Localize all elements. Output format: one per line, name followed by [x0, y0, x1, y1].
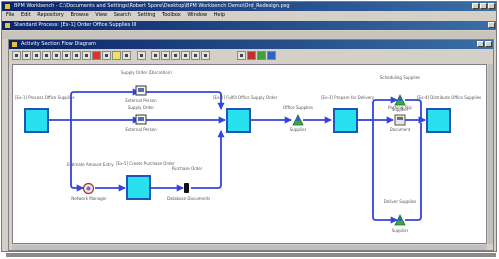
activity-tool-icon[interactable]: [32, 51, 41, 60]
process-node-approve[interactable]: [226, 108, 251, 133]
purchase-order-label: Purchase Order: [171, 166, 203, 171]
app-icon: [5, 4, 10, 9]
external-person-label: External Person: [125, 127, 157, 132]
print-tool-icon[interactable]: [137, 51, 146, 60]
model-title: Standard Process: [Ex-1] Order Office Su…: [14, 22, 137, 28]
diagram-title-bar[interactable]: Activity Section Flow Diagram: [9, 40, 493, 49]
process-node-distribute[interactable]: [426, 108, 451, 133]
diagram-close-button[interactable]: [485, 41, 492, 47]
grid-tool-icon[interactable]: [122, 51, 131, 60]
menu-setting[interactable]: Setting: [138, 12, 156, 18]
gateway-tool-icon[interactable]: [62, 51, 71, 60]
po-node-label: [Ex-5] Create Purchase Order: [116, 161, 175, 166]
menu-toolbox[interactable]: Toolbox: [162, 12, 181, 18]
pointer-tool-icon[interactable]: [12, 51, 21, 60]
supplier-icon[interactable]: [291, 113, 305, 127]
app-window: BPM Workbench - C:\Documents and Setting…: [1, 1, 497, 252]
database-tool-icon[interactable]: [82, 51, 91, 60]
approve-node-label: [Ex-2] Fulfill Office Supply Order: [213, 95, 278, 100]
minimize-button[interactable]: [472, 3, 479, 9]
supplier-label: Supplier: [289, 127, 307, 132]
stop-tool-icon[interactable]: [92, 51, 101, 60]
flow-line: [70, 120, 84, 192]
start-node-label: [Ex-1] Process Office Supplies: [15, 95, 75, 100]
blue-flag-icon[interactable]: [267, 51, 276, 60]
network-manager-label: Network Manager: [71, 196, 107, 201]
model-toolbar: [2, 31, 496, 39]
flow-line: [405, 123, 422, 221]
external-person-icon[interactable]: [135, 114, 147, 126]
supplier-label: Supplier: [391, 228, 409, 233]
model-close-button[interactable]: [488, 22, 495, 28]
flow-line: [372, 120, 398, 224]
menu-bar: File Edit Repository Browse View Search …: [2, 11, 496, 20]
scheduling-supplies-label: Scheduling Supplies: [379, 75, 421, 80]
process-node-purchase-order[interactable]: [126, 175, 151, 200]
database-documents-label: Database Documents: [167, 196, 211, 201]
menu-view[interactable]: View: [95, 12, 107, 18]
layout-tool-icon[interactable]: [151, 51, 160, 60]
connect-tool-icon[interactable]: [22, 51, 31, 60]
arrange-tool-icon[interactable]: [191, 51, 200, 60]
prepare-node-label: [Ex-3] Prepare for Delivery: [321, 95, 375, 100]
note-tool-icon[interactable]: [112, 51, 121, 60]
green-flag-icon[interactable]: [257, 51, 266, 60]
close-button[interactable]: [488, 3, 495, 9]
status-bar: [6, 253, 496, 257]
menu-edit[interactable]: Edit: [21, 12, 31, 18]
decision-tool-icon[interactable]: [42, 51, 51, 60]
zoom-in-icon[interactable]: [171, 51, 180, 60]
flow-line: [191, 130, 225, 189]
document-icon[interactable]: [394, 114, 406, 126]
process-node-start[interactable]: [24, 108, 49, 133]
app-title: BPM Workbench - C:\Documents and Setting…: [14, 3, 290, 9]
menu-browse[interactable]: Browse: [70, 12, 88, 18]
database-icon[interactable]: [184, 183, 189, 193]
screenshot: BPM Workbench - C:\Documents and Setting…: [0, 0, 499, 259]
estimate-amount-label: Estimate Amount Entry: [67, 162, 114, 167]
diagram-window-icon: [12, 42, 17, 47]
flag-tool-icon[interactable]: [237, 51, 246, 60]
external-person-icon[interactable]: [135, 85, 147, 97]
menu-help[interactable]: Help: [214, 12, 225, 18]
packing-slip-label: Packing Slip: [388, 105, 412, 110]
diagram-title: Activity Section Flow Diagram: [21, 41, 96, 47]
menu-search[interactable]: Search: [114, 12, 131, 18]
horizontal-scrollbar[interactable]: [12, 245, 487, 250]
model-window-icon: [5, 23, 10, 28]
supplier-icon[interactable]: [393, 213, 407, 227]
diagram-maximize-button[interactable]: [477, 41, 484, 47]
red-flag-icon[interactable]: [247, 51, 256, 60]
diagram-window: Activity Section Flow Diagram [Ex-1] Pro…: [8, 39, 494, 251]
flow-connectors: [49, 88, 426, 224]
app-title-bar[interactable]: BPM Workbench - C:\Documents and Setting…: [2, 2, 496, 11]
menu-file[interactable]: File: [6, 12, 14, 18]
deliver-supplies-label: Deliver Supplies: [383, 199, 417, 204]
properties-tool-icon[interactable]: [201, 51, 210, 60]
diagram-toolbar: [11, 50, 491, 62]
zoom-out-icon[interactable]: [181, 51, 190, 60]
supply-order-label: Supply Order: [127, 105, 155, 110]
document-tool-icon[interactable]: [72, 51, 81, 60]
vertical-scrollbar[interactable]: [488, 64, 493, 244]
menu-repository[interactable]: Repository: [37, 12, 64, 18]
document-label: Document: [389, 127, 411, 132]
distribute-node-label: [Ex-4] Distribute Office Supplies: [417, 95, 482, 100]
model-title-bar[interactable]: Standard Process: [Ex-1] Order Office Su…: [2, 21, 496, 30]
maximize-button[interactable]: [480, 3, 487, 9]
align-tool-icon[interactable]: [161, 51, 170, 60]
menu-window[interactable]: Window: [187, 12, 207, 18]
office-supplies-label: Office Supplies: [283, 105, 313, 110]
process-node-prepare[interactable]: [333, 108, 358, 133]
event-tool-icon[interactable]: [52, 51, 61, 60]
supply-order-discretion-label: Supply Order (Discretion): [121, 70, 172, 75]
text-tool-icon[interactable]: [102, 51, 111, 60]
network-manager-icon[interactable]: [82, 182, 95, 195]
diagram-canvas[interactable]: [Ex-1] Process Office Supplies [Ex-2] Fu…: [12, 64, 487, 244]
external-person-label: External Person: [125, 98, 157, 103]
